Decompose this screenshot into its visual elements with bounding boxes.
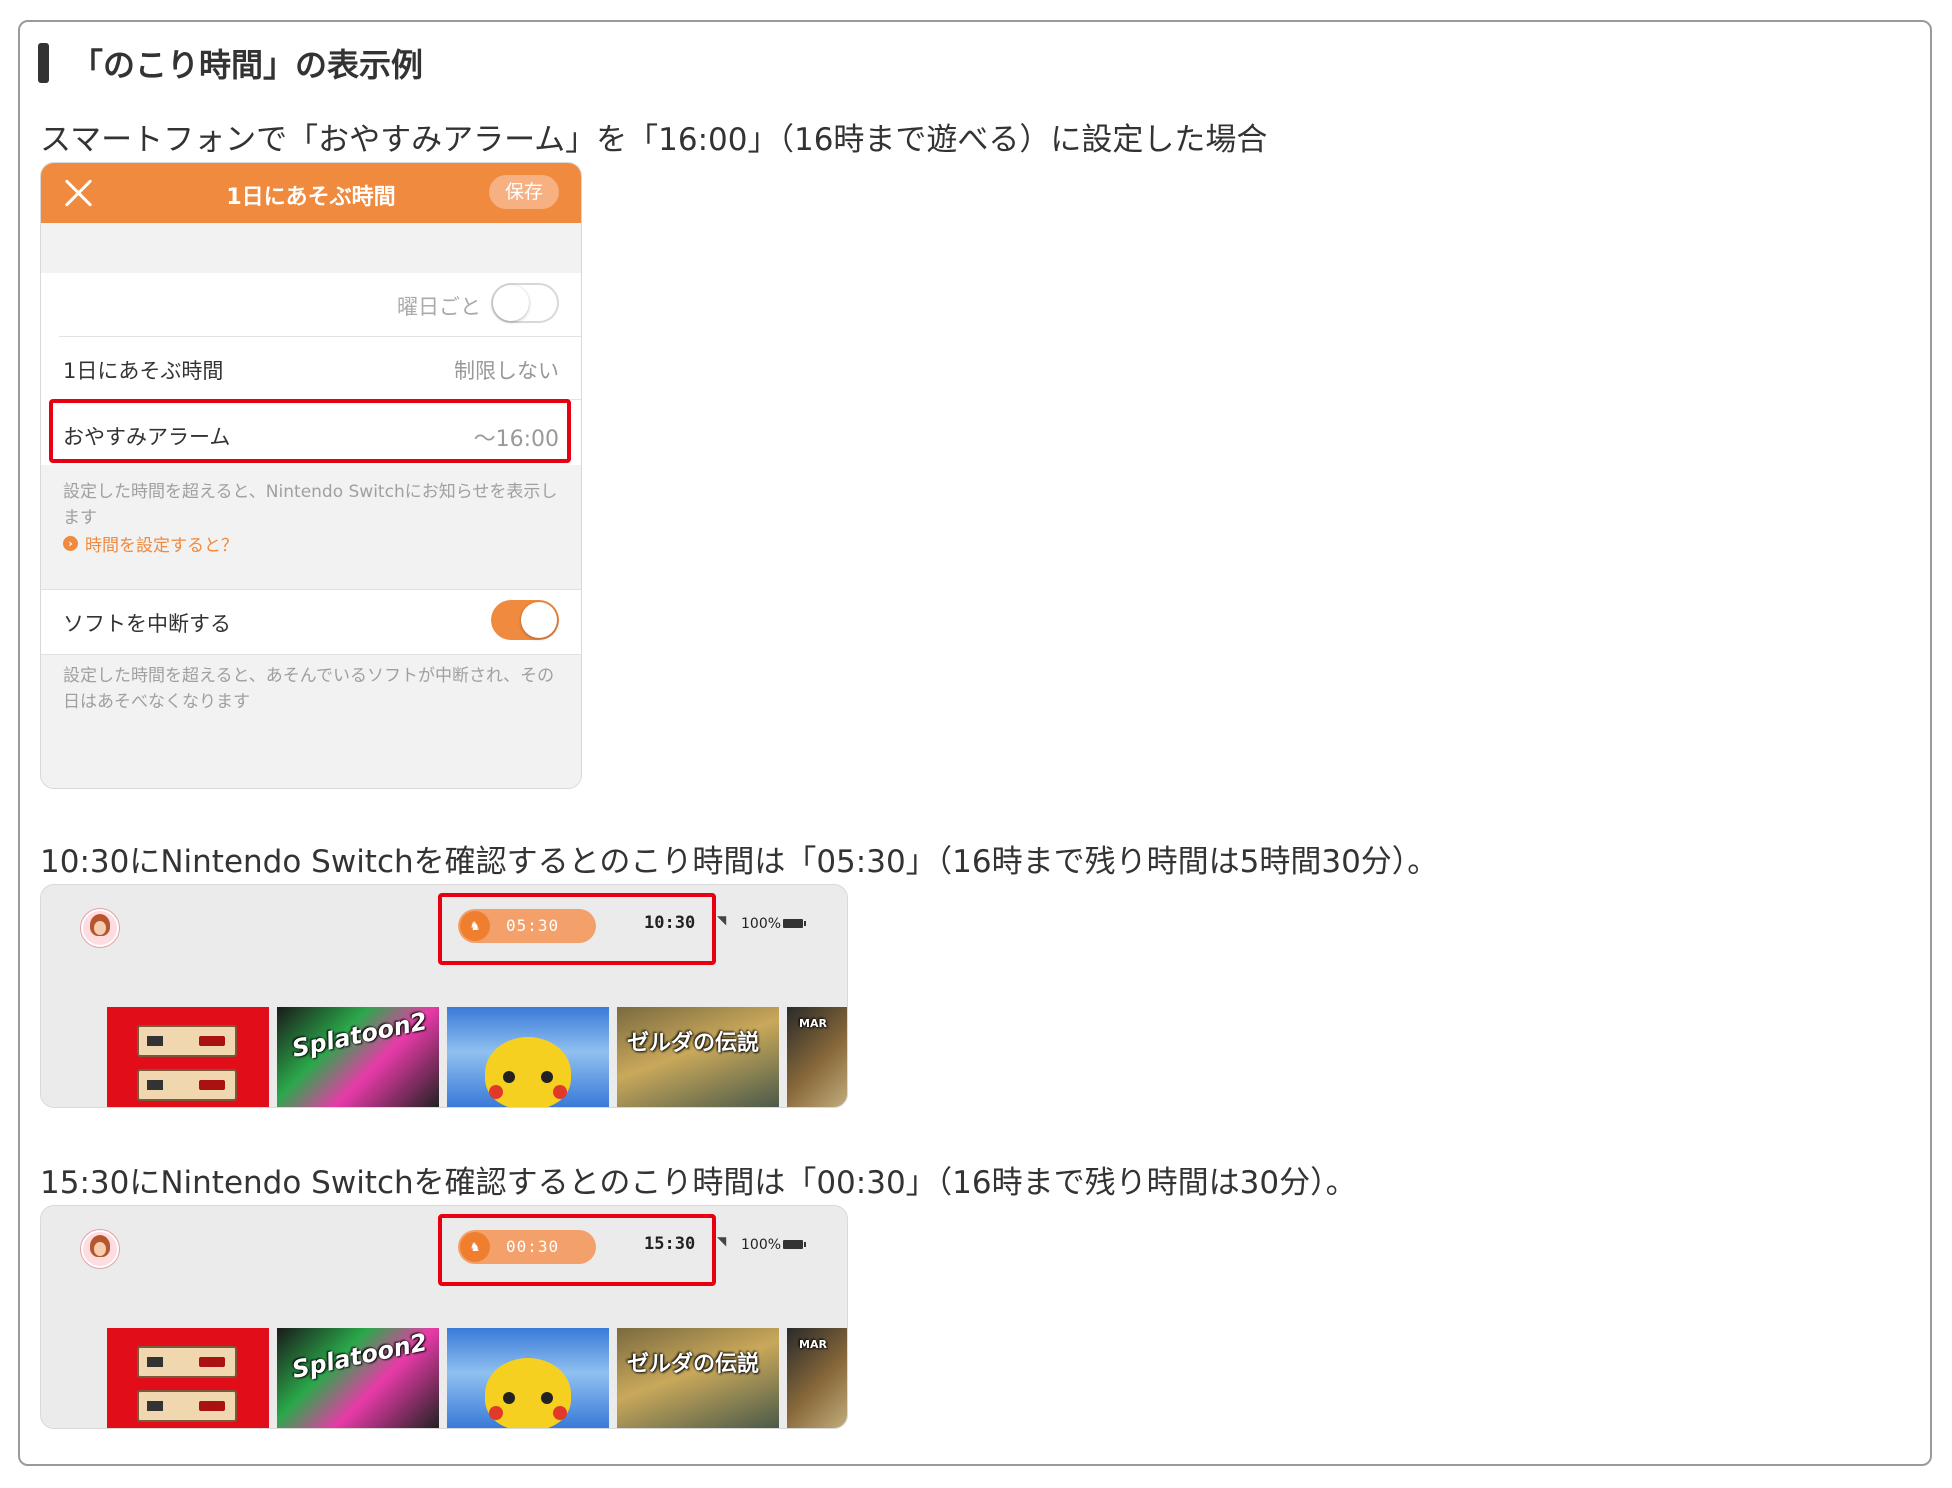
- user-avatar-icon[interactable]: [81, 909, 119, 947]
- suspend-label: ソフトを中断する: [63, 612, 231, 636]
- game-title: Splatoon2: [289, 1328, 430, 1384]
- wifi-icon: ◥: [717, 913, 727, 927]
- game-tile-mario[interactable]: MAR: [787, 1007, 847, 1107]
- alarm-note: 設定した時間を超えると、Nintendo Switchにお知らせを表示します: [63, 482, 558, 528]
- caption-phone-setting: スマートフォンで「おやすみアラーム」を「16:00」（16時まで遊べる）に設定し…: [40, 122, 1268, 158]
- battery-icon: [783, 919, 806, 928]
- wifi-icon: ◥: [717, 1234, 727, 1248]
- divider: [59, 336, 581, 337]
- switch-home-screenshot-1: ♞ 05:30 10:30 ◥ 100% Splatoon2 ゼルダの伝説 MA…: [40, 884, 848, 1108]
- controller-icon: [137, 1025, 237, 1057]
- alarm-highlight-box: [49, 399, 571, 463]
- alarm-help-link-text: 時間を設定すると？: [85, 536, 238, 556]
- controller-icon: [137, 1390, 237, 1422]
- time-highlight-box: [438, 893, 716, 965]
- phone-header: 1日にあそぶ時間 保存: [41, 163, 581, 223]
- pikachu-icon: [485, 1358, 571, 1428]
- game-tile-splatoon[interactable]: Splatoon2: [277, 1328, 439, 1428]
- game-title: ゼルダの伝説: [627, 1352, 760, 1377]
- game-tile-famicom[interactable]: [107, 1007, 269, 1107]
- game-tiles: Splatoon2 ゼルダの伝説 MAR: [107, 1007, 847, 1107]
- alarm-help-link[interactable]: › 時間を設定すると？: [63, 531, 238, 556]
- chevron-right-icon: ›: [63, 536, 78, 551]
- suspend-toggle[interactable]: [491, 600, 559, 640]
- game-title: MAR: [799, 1338, 827, 1351]
- phone-settings-screenshot: 1日にあそぶ時間 保存 曜日ごと 1日にあそぶ時間 制限しない おやすみアラーム…: [40, 162, 582, 789]
- section-title: 「のこり時間」の表示例: [71, 46, 424, 84]
- time-highlight-box: [438, 1214, 716, 1286]
- game-title: MAR: [799, 1017, 827, 1030]
- section-heading: 「のこり時間」の表示例: [38, 38, 423, 88]
- game-tiles: Splatoon2 ゼルダの伝説 MAR: [107, 1328, 847, 1428]
- save-button[interactable]: 保存: [489, 175, 559, 209]
- per-day-label: 曜日ごと: [397, 295, 481, 319]
- game-tile-pikachu[interactable]: [447, 1007, 609, 1107]
- game-tile-zelda[interactable]: ゼルダの伝説: [617, 1328, 779, 1428]
- heading-bar: [38, 43, 49, 83]
- game-title: Splatoon2: [289, 1007, 430, 1063]
- suspend-row: ソフトを中断する: [41, 589, 581, 655]
- toggle-knob: [493, 285, 529, 321]
- daily-time-value[interactable]: 制限しない: [454, 355, 559, 385]
- game-tile-zelda[interactable]: ゼルダの伝説: [617, 1007, 779, 1107]
- controller-icon: [137, 1069, 237, 1101]
- caption-switch-1530: 15:30にNintendo Switchを確認するとのこり時間は「00:30」…: [40, 1165, 1357, 1201]
- pikachu-icon: [485, 1037, 571, 1107]
- battery-icon: [783, 1240, 806, 1249]
- suspend-note: 設定した時間を超えると、あそんでいるソフトが中断され、その日はあそべなくなります: [63, 666, 555, 712]
- switch-home-screenshot-2: ♞ 00:30 15:30 ◥ 100% Splatoon2 ゼルダの伝説 MA…: [40, 1205, 848, 1429]
- game-tile-splatoon[interactable]: Splatoon2: [277, 1007, 439, 1107]
- caption-switch-1030: 10:30にNintendo Switchを確認するとのこり時間は「05:30」…: [40, 844, 1439, 880]
- game-tile-pikachu[interactable]: [447, 1328, 609, 1428]
- game-title: ゼルダの伝説: [627, 1031, 760, 1056]
- battery-level: 100%: [741, 1237, 782, 1253]
- game-tile-famicom[interactable]: [107, 1328, 269, 1428]
- battery-level: 100%: [741, 916, 782, 932]
- game-tile-mario[interactable]: MAR: [787, 1328, 847, 1428]
- toggle-knob: [521, 602, 557, 638]
- per-day-toggle[interactable]: [491, 283, 559, 323]
- controller-icon: [137, 1346, 237, 1378]
- daily-time-label: 1日にあそぶ時間: [63, 359, 224, 383]
- user-avatar-icon[interactable]: [81, 1230, 119, 1268]
